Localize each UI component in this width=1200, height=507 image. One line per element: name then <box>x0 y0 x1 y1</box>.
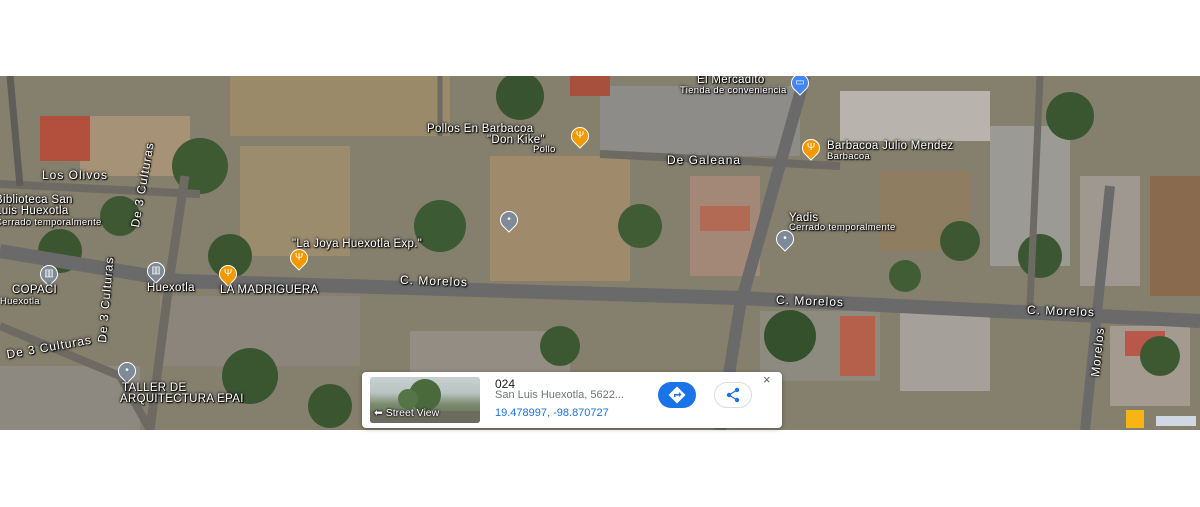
place-sublabel: Huexotla <box>0 296 40 307</box>
road-label: C. Morelos <box>775 292 845 310</box>
place-address: San Luis Huexotla, 5622... <box>495 389 625 401</box>
map-scale-control[interactable] <box>1156 416 1196 426</box>
place-sublabel: Pollo <box>533 144 556 155</box>
place-sublabel: Cerrado temporalmente <box>789 222 896 233</box>
place-label[interactable]: LA MADRIGUERA <box>220 284 318 296</box>
street-view-thumbnail[interactable]: ⬅ Street View <box>370 377 480 423</box>
share-icon <box>726 387 740 403</box>
road-label: C. Morelos <box>399 272 469 290</box>
place-label[interactable]: COPACI <box>12 284 57 296</box>
place-label[interactable]: ARQUITECTURA EPAI <box>120 393 244 405</box>
directions-button[interactable] <box>658 382 696 408</box>
close-button[interactable]: × <box>763 372 771 387</box>
place-info-card[interactable]: ⬅ Street View 024 San Luis Huexotla, 562… <box>362 372 782 428</box>
place-coordinates[interactable]: 19.478997, -98.870727 <box>495 407 609 419</box>
road-label: Los Olivos <box>42 168 109 182</box>
place-sublabel: Barbacoa <box>827 151 871 162</box>
place-label[interactable]: Huexotla <box>147 282 195 294</box>
place-label[interactable]: Luis Huexotla <box>0 205 69 217</box>
road-label: De Galeana <box>667 153 742 167</box>
place-label[interactable]: "La Joya Huexotla Exp." <box>292 238 422 250</box>
share-button[interactable] <box>714 382 752 408</box>
road-label: C. Morelos <box>1026 302 1096 320</box>
pegman-icon[interactable] <box>1126 410 1144 428</box>
street-view-icon: ⬅ <box>374 407 386 419</box>
place-sublabel: Cerrado temporalmente <box>0 217 102 228</box>
directions-icon <box>668 386 686 404</box>
street-view-label[interactable]: ⬅ Street View <box>374 407 439 419</box>
place-sublabel: Tienda de conveniencia <box>680 85 787 96</box>
